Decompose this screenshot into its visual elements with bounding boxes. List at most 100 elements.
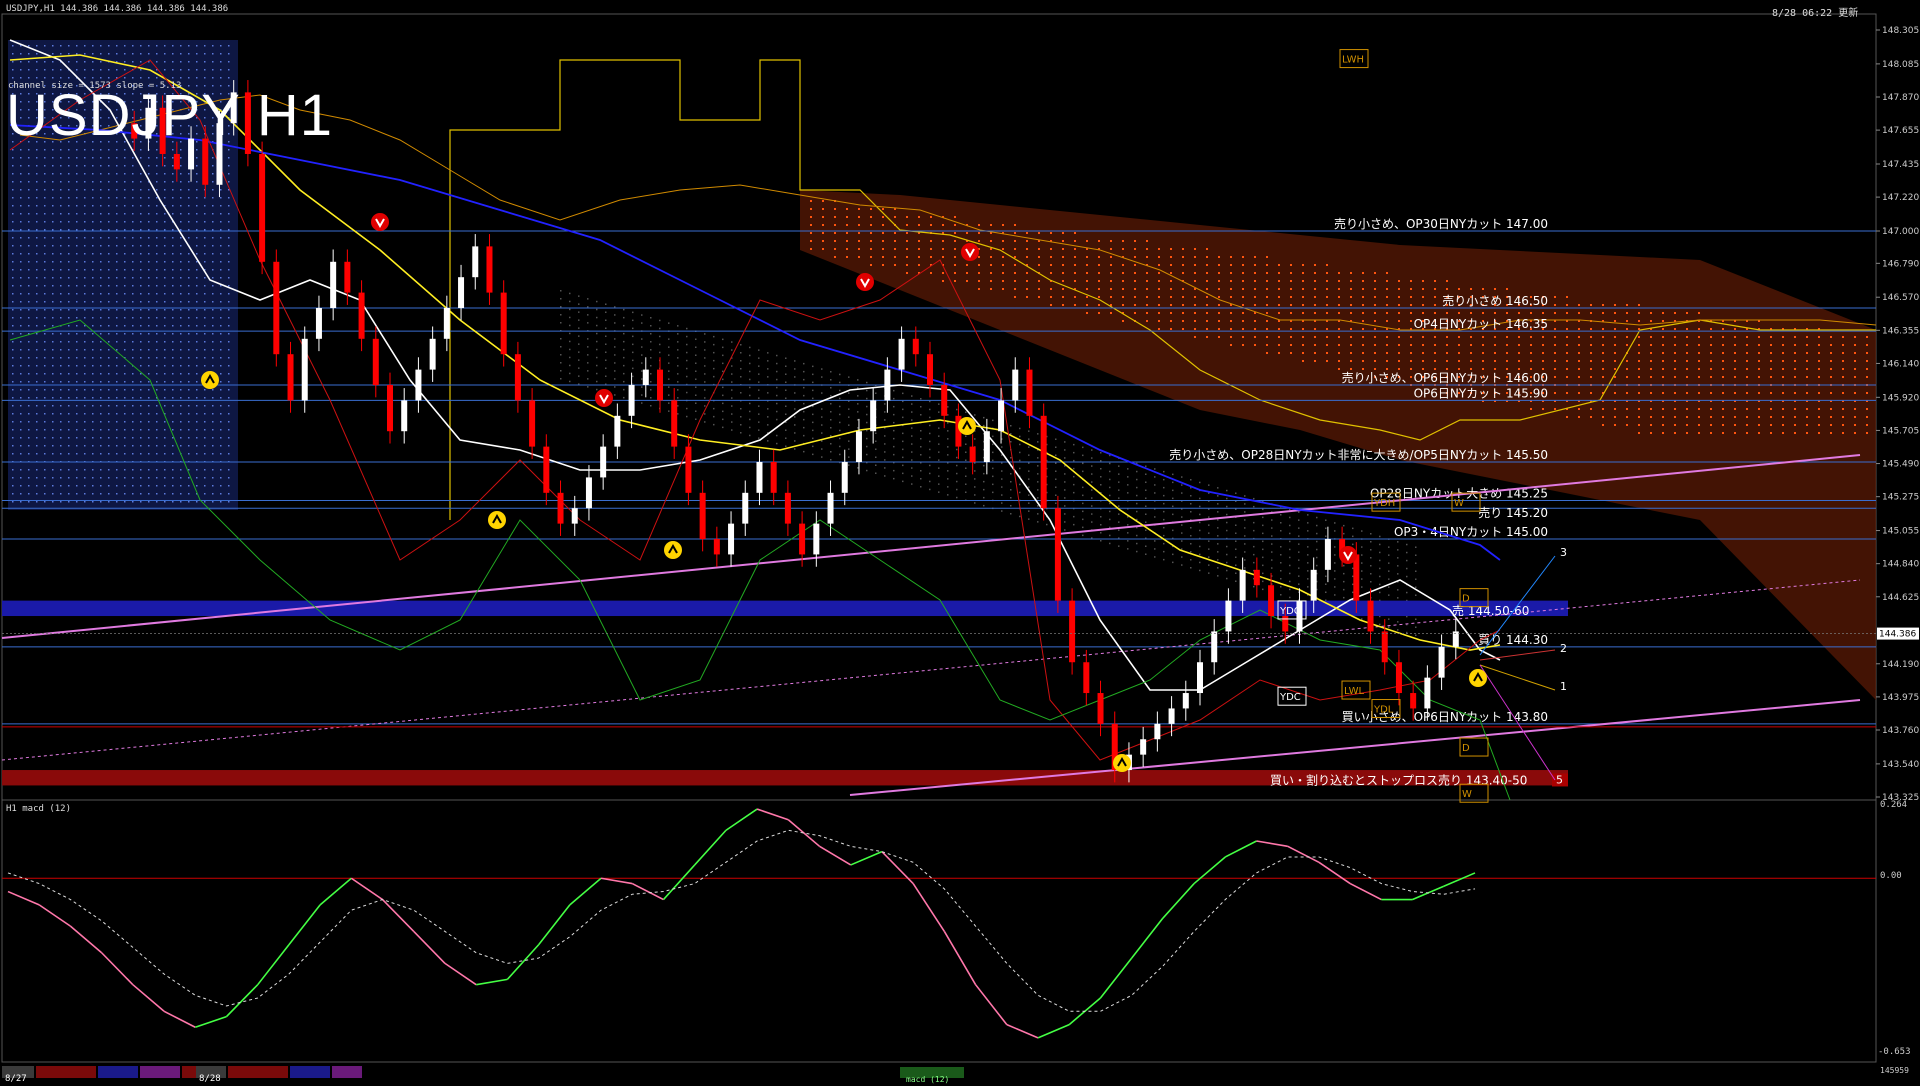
price-tick-label-18: 144.190: [1882, 660, 1919, 670]
chart-big-title: USDJPY H1: [6, 83, 334, 148]
marker-label-3: YDO: [1279, 606, 1302, 617]
macd-main-seg-47: [1443, 872, 1476, 887]
level-label-9: 買り 144.30: [1478, 633, 1548, 647]
macd-main-seg-16: [476, 978, 508, 986]
macd-main-seg-23: [694, 829, 727, 866]
marker-label-1: YDH: [1373, 498, 1395, 509]
zone-tag-label: 5: [1556, 773, 1563, 786]
price-tick-label-19: 143.975: [1882, 693, 1919, 703]
macd-main-seg-17: [506, 944, 540, 980]
marker-label-6: LWL: [1344, 686, 1365, 697]
macd-main-seg-14: [413, 930, 446, 964]
macd-main-seg-41: [1256, 840, 1288, 848]
macd-main-seg-40: [1224, 840, 1257, 858]
price-tick-label-17: 144.625: [1882, 593, 1919, 603]
usdjpy-h1-chart: 148.305 148.085 147.870 147.655 147.435 147.2…: [1, 13, 1919, 1063]
macd-main-seg-5: [132, 984, 165, 1012]
macd-main-seg-8: [225, 984, 259, 1018]
macd-main-seg-39: [1193, 856, 1226, 885]
date-cell-2: 8/28: [196, 1066, 226, 1084]
macd-tick-top: 0.264: [1880, 800, 1908, 810]
price-tick-label-16: 144.840: [1882, 560, 1919, 570]
macd-main-seg-13: [381, 898, 415, 933]
date-label-2: 8/28: [199, 1074, 221, 1084]
date-label-1: 8/27: [5, 1074, 27, 1084]
level-label-0: 売り小さめ、OP30日NYカット 147.00: [1334, 216, 1548, 231]
macd-main-seg-44: [1349, 882, 1382, 901]
macd-tab[interactable]: macd (12): [900, 1067, 964, 1084]
macd-main-seg-26: [787, 819, 821, 847]
macd-main-seg-18: [537, 904, 571, 946]
macd-main-seg-3: [69, 925, 103, 954]
macd-main-seg-38: [1162, 883, 1195, 919]
macd-main-seg-24: [725, 808, 758, 832]
symbol-info: USDJPY,H1 144.386 144.386 144.386 144.38…: [6, 4, 229, 14]
marker-label-8: D: [1462, 743, 1470, 754]
macd-main-seg-6: [163, 1010, 196, 1028]
macd-main-seg-37: [1131, 917, 1164, 959]
buy-signal-1: [488, 511, 506, 529]
current-price-label: 144.386: [1879, 630, 1916, 640]
macd-main-seg-42: [1287, 845, 1320, 863]
macd-tick-bottom: -0.653: [1878, 1047, 1911, 1057]
price-tick-label-12: 145.705: [1882, 426, 1919, 436]
buy-signal-0: [201, 371, 219, 389]
projection-label-2: 1: [1560, 680, 1567, 693]
sell-signal-4: [1339, 546, 1357, 564]
price-tick-label-13: 145.490: [1882, 460, 1919, 470]
buy-signal-4: [1469, 669, 1487, 687]
level-label-4: OP6日NYカット 145.90: [1414, 386, 1548, 400]
macd-main-seg-22: [662, 864, 696, 901]
macd-main-seg-29: [881, 851, 914, 885]
price-tick-label-3: 147.655: [1882, 126, 1919, 136]
macd-main-seg-30: [912, 883, 946, 932]
macd-window-label: H1 macd (12): [6, 804, 72, 814]
marker-label-2: W: [1454, 498, 1464, 509]
date-cell-1: 8/27: [2, 1066, 34, 1084]
price-tick-label-14: 145.275: [1882, 493, 1919, 503]
macd-main-seg-21: [631, 882, 664, 901]
price-tick-label-11: 145.920: [1882, 393, 1919, 403]
candles: [131, 80, 1459, 783]
macd-main-seg-7: [195, 1015, 227, 1029]
macd-main-seg-2: [38, 904, 71, 927]
macd-main-seg-31: [943, 931, 977, 986]
price-tick-label-8: 146.570: [1882, 293, 1919, 303]
macd-main-seg-15: [444, 962, 477, 986]
macd-main-seg-33: [1006, 1023, 1039, 1039]
level-label-3: 売り小さめ、OP6日NYカット 146.00: [1342, 370, 1548, 385]
price-tick-label-21: 143.540: [1882, 760, 1919, 770]
macd-main-seg-20: [600, 877, 633, 885]
macd-main-seg-28: [850, 850, 883, 866]
macd-main-seg-9: [257, 944, 290, 986]
level-label-2: OP4日NYカット 146.35: [1414, 317, 1548, 331]
macd-main-seg-10: [288, 904, 321, 946]
macd-signal-line: [7, 829, 1476, 1012]
macd-main-seg-36: [1099, 957, 1133, 999]
buy-signal-3: [1113, 754, 1131, 772]
level-label-1: 売り小さめ 146.50: [1442, 293, 1548, 308]
marker-label-0: LWH: [1342, 55, 1364, 66]
level-label-5: 売り小さめ、OP28日NYカット非常に大きめ/OP5日NYカット 145.50: [1169, 447, 1548, 462]
marker-label-5: YDC: [1279, 692, 1301, 703]
price-tick-label-4: 147.435: [1882, 160, 1919, 170]
buy-signal-2: [664, 541, 682, 559]
macd-window-frame: [1, 799, 1877, 1063]
macd-tick-zero: 0.00: [1880, 871, 1902, 881]
price-tick-label-0: 148.305: [1882, 26, 1919, 36]
buy-signal-5: [958, 417, 976, 435]
macd-main-seg-12: [350, 877, 384, 901]
macd-main-seg-43: [1318, 861, 1351, 885]
marker-label-9: W: [1462, 789, 1472, 800]
price-tick-label-2: 147.870: [1882, 93, 1919, 103]
sell-signal-2: [856, 273, 874, 291]
macd-main-seg-4: [101, 952, 134, 986]
projection-label-0: 3: [1560, 546, 1567, 559]
price-tick-label-5: 147.220: [1882, 193, 1919, 203]
price-tick-label-9: 146.355: [1882, 326, 1919, 336]
marker-label-4: D: [1462, 594, 1470, 605]
sell-signal-3: [961, 243, 979, 261]
level-label-8: OP3・4日NYカット 145.00: [1394, 525, 1548, 539]
price-tick-label-15: 145.055: [1882, 527, 1919, 537]
timeline-bottom-value: 145959: [1880, 1066, 1909, 1075]
